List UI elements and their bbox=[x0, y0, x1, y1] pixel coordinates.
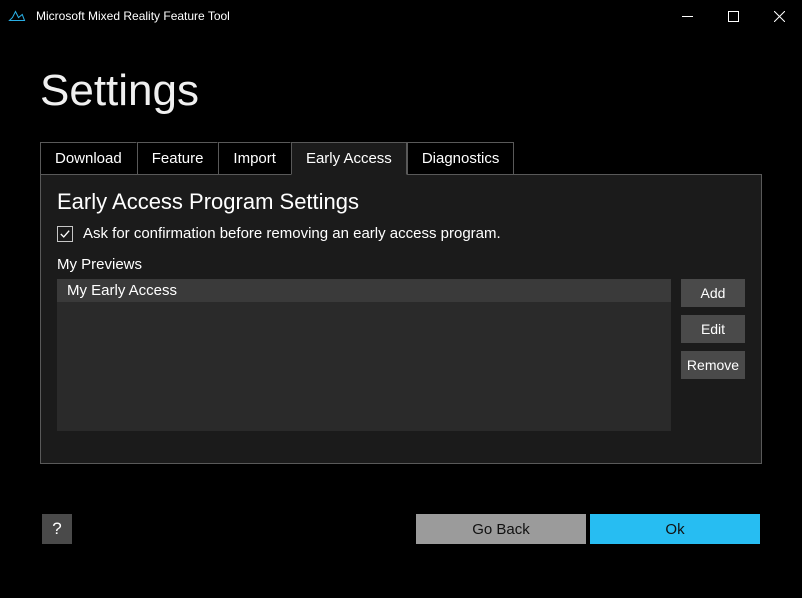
add-button[interactable]: Add bbox=[681, 279, 745, 307]
list-buttons: Add Edit Remove bbox=[681, 279, 745, 431]
checkmark-icon bbox=[60, 229, 70, 239]
confirm-checkbox-row: Ask for confirmation before removing an … bbox=[57, 225, 745, 242]
window-controls bbox=[664, 0, 802, 32]
go-back-button[interactable]: Go Back bbox=[416, 514, 586, 544]
ok-button[interactable]: Ok bbox=[590, 514, 760, 544]
minimize-button[interactable] bbox=[664, 0, 710, 32]
tab-import[interactable]: Import bbox=[218, 142, 291, 175]
edit-button[interactable]: Edit bbox=[681, 315, 745, 343]
tab-diagnostics[interactable]: Diagnostics bbox=[407, 142, 515, 175]
confirm-checkbox[interactable] bbox=[57, 226, 73, 242]
remove-button[interactable]: Remove bbox=[681, 351, 745, 379]
help-button[interactable]: ? bbox=[42, 514, 72, 544]
window-title: Microsoft Mixed Reality Feature Tool bbox=[36, 9, 664, 23]
page-title: Settings bbox=[40, 66, 762, 116]
section-heading: Early Access Program Settings bbox=[57, 189, 745, 215]
tabs: Download Feature Import Early Access Dia… bbox=[40, 142, 762, 175]
footer-bar: ? Go Back Ok bbox=[0, 464, 802, 544]
tab-download[interactable]: Download bbox=[40, 142, 137, 175]
confirm-checkbox-label: Ask for confirmation before removing an … bbox=[83, 225, 501, 242]
list-item[interactable]: My Early Access bbox=[57, 279, 671, 302]
previews-list[interactable]: My Early Access bbox=[57, 279, 671, 431]
close-button[interactable] bbox=[756, 0, 802, 32]
settings-panel: Early Access Program Settings Ask for co… bbox=[40, 174, 762, 464]
app-icon bbox=[8, 7, 26, 25]
titlebar: Microsoft Mixed Reality Feature Tool bbox=[0, 0, 802, 32]
tab-feature[interactable]: Feature bbox=[137, 142, 219, 175]
tab-early-access[interactable]: Early Access bbox=[291, 142, 407, 175]
maximize-button[interactable] bbox=[710, 0, 756, 32]
previews-label: My Previews bbox=[57, 256, 745, 273]
